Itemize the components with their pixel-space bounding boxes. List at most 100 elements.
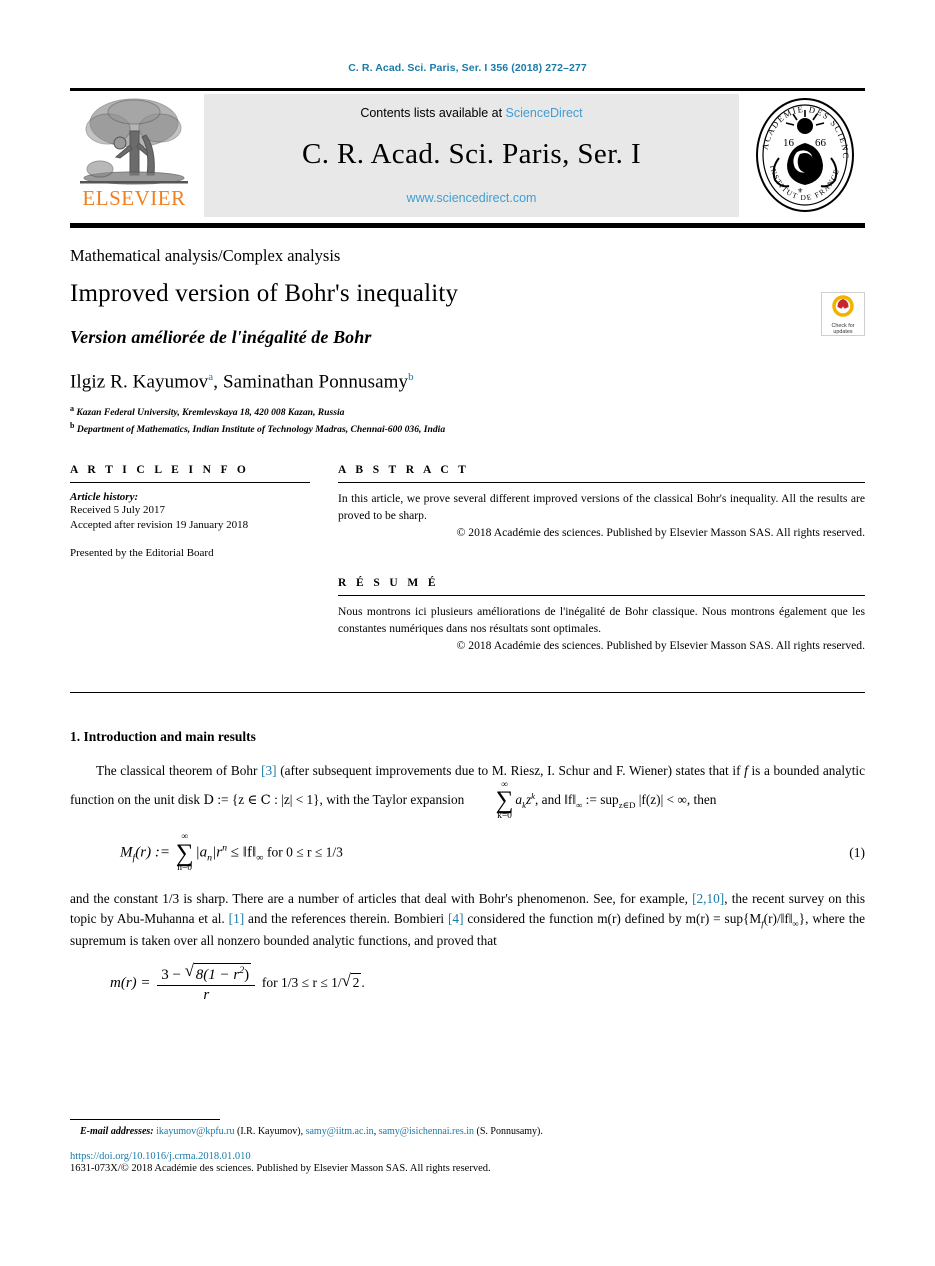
citation-ref-3[interactable]: [3] (261, 763, 277, 778)
citation-ref-2-10[interactable]: [2,10] (692, 891, 724, 906)
eq2-radicand: 8(1 − r2) (193, 963, 252, 984)
para2-text-e: (r)/‖f‖ (763, 911, 793, 927)
para1-symbol-complex: C (260, 793, 271, 809)
para1-text-e: : |z| < 1}, with the Taylor expansion (270, 792, 468, 808)
paper-page: C. R. Acad. Sci. Paris, Ser. I 356 (2018… (0, 0, 935, 1266)
svg-text:66: 66 (815, 137, 827, 149)
equation-2-row: m(r) = 3 − 8(1 − r2) r for 1/3 ≤ r ≤ 1/2… (70, 961, 865, 1004)
eq1-lhs: M (120, 844, 133, 861)
email-link-samy-iitm[interactable]: samy@iitm.ac.in (306, 1126, 374, 1137)
author-name[interactable]: Saminathan Ponnusamy (223, 371, 408, 392)
article-info-rule (70, 482, 310, 484)
intro-paragraph-1: The classical theorem of Bohr [3] (after… (70, 761, 865, 821)
abstract-copyright: © 2018 Académie des sciences. Published … (456, 526, 865, 540)
equation-1-number: (1) (849, 845, 865, 861)
para1-text-i: |f(z)| < ∞, then (635, 792, 717, 808)
affiliation-text: Kazan Federal University, Kremlevskaya 1… (76, 407, 345, 419)
article-accepted-date: Accepted after revision 19 January 2018 (70, 519, 249, 532)
elsevier-logo: ELSEVIER (70, 91, 198, 223)
affiliation-mark: b (70, 420, 75, 430)
eq2-sqrt: 8(1 − r2) (185, 961, 252, 984)
sciencedirect-url[interactable]: www.sciencedirect.com (407, 191, 537, 205)
abstract-column: A B S T R A C T In this article, we prov… (338, 464, 865, 652)
para2-text-d: considered the function m(r) defined by … (463, 911, 762, 927)
eq2-condition-text: for 1/3 ≤ r ≤ 1/ (261, 975, 342, 991)
para1-text-h: := sup (582, 792, 619, 808)
eq1-summation: ∞ ∑ n=0 (175, 832, 194, 873)
article-info-column: A R T I C L E I N F O Article history: R… (70, 464, 310, 652)
eq2-condition-sqrt: 2 (342, 971, 362, 991)
eq2-numerator: 3 − 8(1 − r2) (157, 961, 256, 987)
svg-text:16: 16 (783, 137, 795, 149)
eq1-lhs-arg: (r) := (135, 844, 170, 861)
contents-available-line: Contents lists available at ScienceDirec… (360, 106, 582, 120)
eq1-condition: for 0 ≤ r ≤ 1/3 (266, 844, 343, 860)
presented-by: Presented by the Editorial Board (70, 546, 214, 559)
resume-rule (338, 595, 865, 597)
para1-text-g: , and ‖f‖ (535, 792, 577, 808)
email-link-kayumov[interactable]: ikayumov@kpfu.ru (156, 1126, 234, 1137)
eq2-denominator: r (203, 987, 210, 1004)
author-separator: , (213, 371, 223, 393)
abstract-heading: A B S T R A C T (338, 464, 470, 477)
contents-prefix: Contents lists available at (360, 106, 506, 120)
resume-copyright: © 2018 Académie des sciences. Published … (456, 638, 865, 652)
journal-banner-center: Contents lists available at ScienceDirec… (204, 94, 739, 217)
crossmark-badge[interactable]: Check for updates (821, 292, 865, 336)
author-list: Ilgiz R. Kayumova, Saminathan Ponnusamyb (70, 371, 821, 393)
eq1-relation-subscript: ∞ (256, 852, 264, 864)
sciencedirect-link[interactable]: ScienceDirect (506, 106, 583, 120)
email-owner-kayumov: (I.R. Kayumov), (234, 1126, 306, 1137)
citation-ref-4[interactable]: [4] (448, 911, 464, 926)
resume-section: R É S U M É Nous montrons ici plusieurs … (338, 577, 865, 652)
affiliation-text: Department of Mathematics, Indian Instit… (76, 423, 446, 435)
eq2-lhs: m(r) = (110, 975, 151, 992)
para1-symbol-disk: D (203, 793, 214, 809)
eq1-term: |a (195, 844, 208, 861)
elsevier-wordmark: ELSEVIER (82, 186, 186, 210)
journal-title: C. R. Acad. Sci. Paris, Ser. I (301, 138, 642, 170)
subject-area: Mathematical analysis/Complex analysis (70, 246, 341, 265)
journal-banner: ELSEVIER Contents lists available at Sci… (70, 88, 865, 223)
banner-bottom-rule (70, 223, 865, 228)
abstract-text: In this article, we prove several differ… (338, 492, 865, 522)
footnote-rule (70, 1119, 220, 1120)
page-title-french: Version améliorée de l'inégalité de Bohr (70, 327, 372, 347)
email-label: E-mail addresses: (80, 1126, 154, 1137)
email-link-samy-isichennai[interactable]: samy@isichennai.res.in (379, 1126, 474, 1137)
elsevier-tree-logo-icon (80, 95, 188, 187)
eq1-term-power: n (222, 842, 227, 854)
academie-seal: ACADEMIE DES SCIENCES INSTITUT DE FRANCE (745, 88, 865, 223)
taylor-sum-lower: k=0 (497, 810, 512, 821)
intro-paragraph-2: and the constant 1/3 is sharp. There are… (70, 889, 865, 951)
citation-ref-1[interactable]: [1] (229, 911, 245, 926)
eq1-sum-lower: n=0 (177, 862, 193, 873)
article-received-date: Received 5 July 2017 (70, 504, 166, 517)
eq2-radicand-close: ) (244, 967, 250, 984)
article-info-heading: A R T I C L E I N F O (70, 464, 250, 477)
title-row: Improved version of Bohr's inequality Ve… (70, 266, 865, 436)
article-history-label: Article history: (70, 491, 139, 504)
equation-1: Mf(r) := ∞ ∑ n=0 |an|rn ≤ ‖f‖∞ for 0 ≤ r… (70, 833, 825, 873)
eq2-condition-end: . (361, 975, 365, 991)
resume-text: Nous montrons ici plusieurs amélioration… (338, 605, 865, 635)
issn-copyright-line: 1631-073X/© 2018 Académie des sciences. … (70, 1163, 491, 1174)
author-affiliation-mark: b (408, 371, 414, 383)
info-abstract-block: A R T I C L E I N F O Article history: R… (70, 464, 865, 652)
eq2-numerator-lead: 3 − (161, 967, 182, 984)
para1-sup-subscript: z∈D (618, 799, 636, 810)
doi-link[interactable]: https://doi.org/10.1016/j.crma.2018.01.0… (70, 1151, 865, 1162)
affiliation-list: a Kazan Federal University, Kremlevskaya… (70, 403, 821, 436)
page-title: Improved version of Bohr's inequality (70, 280, 459, 307)
eq2-fraction: 3 − 8(1 − r2) r (157, 961, 256, 1004)
equation-1-row: Mf(r) := ∞ ∑ n=0 |an|rn ≤ ‖f‖∞ for 0 ≤ r… (70, 833, 865, 873)
crossmark-check-for-updates-icon (832, 295, 854, 322)
eq2-condition-radicand: 2 (350, 973, 362, 991)
running-head: C. R. Acad. Sci. Paris, Ser. I 356 (2018… (348, 62, 587, 74)
abstract-rule (338, 482, 865, 484)
page-footer: E-mail addresses: ikayumov@kpfu.ru (I.R.… (70, 1119, 865, 1174)
para2-text-a: and the constant 1/3 is sharp. There are… (70, 891, 693, 907)
section-title-introduction: 1. Introduction and main results (70, 728, 256, 744)
eq2-radicand-text: 8(1 − r (195, 967, 240, 984)
author-name[interactable]: Ilgiz R. Kayumov (70, 371, 208, 392)
